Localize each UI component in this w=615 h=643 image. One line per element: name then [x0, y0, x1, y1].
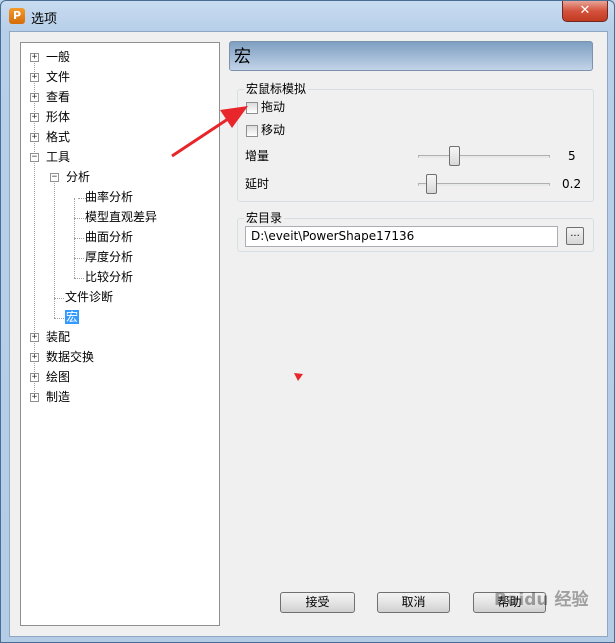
tree-item-surface-analysis[interactable]: 曲面分析	[85, 228, 133, 246]
group-title: 宏鼠标模拟	[244, 82, 309, 96]
tree-hline	[74, 218, 84, 219]
tree-item-model-visual-diff[interactable]: 模型直观差异	[85, 208, 157, 226]
delay-slider-thumb[interactable]	[426, 174, 437, 194]
tree-item-label: 查看	[46, 90, 71, 104]
drag-checkbox[interactable]	[246, 102, 258, 114]
tree-tools-line	[54, 178, 55, 318]
macro-dir-input[interactable]: D:\eveit\PowerShape17136	[245, 226, 558, 247]
tree-item-label: 工具	[46, 150, 71, 164]
tree-item-label: 制造	[46, 390, 71, 404]
tree-item-label: 绘图	[46, 370, 71, 384]
cancel-button[interactable]: 取消	[377, 592, 450, 613]
tree-item-thickness-analysis[interactable]: 厚度分析	[85, 248, 133, 266]
tree-item-file-diagnosis[interactable]: 文件诊断	[65, 288, 113, 306]
increment-label: 增量	[245, 149, 270, 163]
tree-hline	[54, 298, 64, 299]
delay-slider-track[interactable]	[418, 183, 550, 186]
expand-icon[interactable]: +	[30, 373, 39, 382]
tree-hline	[74, 238, 84, 239]
move-label: 移动	[261, 123, 286, 137]
options-dialog: P 选项 ✕ + 一般 + 文件 + 查看 + 形体 + 格式 − 工具 − 分…	[0, 0, 615, 643]
tree-item-label: 数据交换	[46, 350, 95, 364]
tree-item-label: 格式	[46, 130, 71, 144]
tree-item-label: 一般	[46, 50, 71, 64]
group-title: 宏目录	[244, 211, 285, 225]
expand-icon[interactable]: +	[30, 73, 39, 82]
app-logo-icon: P	[9, 8, 25, 24]
page-title: 宏	[229, 41, 593, 71]
tree-item-label: 形体	[46, 110, 71, 124]
tree-item-label: 文件	[46, 70, 71, 84]
expand-icon[interactable]: +	[30, 53, 39, 62]
tree-item-macro[interactable]: 宏	[65, 308, 80, 326]
accept-button[interactable]: 接受	[280, 592, 355, 613]
expand-icon[interactable]: +	[30, 333, 39, 342]
expand-icon[interactable]: +	[30, 133, 39, 142]
increment-slider-thumb[interactable]	[449, 146, 460, 166]
tree-item-label: 分析	[66, 170, 91, 184]
collapse-icon[interactable]: −	[30, 153, 39, 162]
increment-slider-track[interactable]	[418, 155, 550, 158]
title-bar[interactable]: P 选项 ✕	[1, 1, 614, 31]
delay-value: 0.2	[562, 177, 582, 191]
expand-icon[interactable]: +	[30, 113, 39, 122]
expand-icon[interactable]: +	[30, 393, 39, 402]
mouse-sim-group: 宏鼠标模拟 拖动 移动 增量 5 延时 0.2	[237, 82, 594, 202]
tree-item-compare-analysis[interactable]: 比较分析	[85, 268, 133, 286]
browse-button[interactable]: ...	[566, 227, 584, 245]
tree-item-curvature-analysis[interactable]: 曲率分析	[85, 188, 133, 206]
dialog-client-area: + 一般 + 文件 + 查看 + 形体 + 格式 − 工具 − 分析 曲率分析 …	[9, 31, 608, 637]
tree-hline	[74, 278, 84, 279]
tree-item-label: 装配	[46, 330, 71, 344]
options-tree[interactable]: + 一般 + 文件 + 查看 + 形体 + 格式 − 工具 − 分析 曲率分析 …	[20, 42, 220, 626]
delay-label: 延时	[245, 177, 270, 191]
tree-item-label-selected: 宏	[65, 310, 80, 324]
macro-dir-group: 宏目录 D:\eveit\PowerShape17136 ...	[237, 211, 594, 252]
collapse-icon[interactable]: −	[50, 173, 59, 182]
drag-label: 拖动	[261, 100, 286, 114]
tree-hline	[74, 258, 84, 259]
tree-hline	[54, 318, 64, 319]
close-button[interactable]: ✕	[562, 1, 608, 22]
increment-value: 5	[568, 149, 576, 163]
window-title: 选项	[31, 12, 58, 27]
expand-icon[interactable]: +	[30, 93, 39, 102]
expand-icon[interactable]: +	[30, 353, 39, 362]
watermark: Baidu 经验	[494, 590, 589, 610]
move-checkbox[interactable]	[246, 125, 258, 137]
tree-root-line	[34, 58, 35, 398]
